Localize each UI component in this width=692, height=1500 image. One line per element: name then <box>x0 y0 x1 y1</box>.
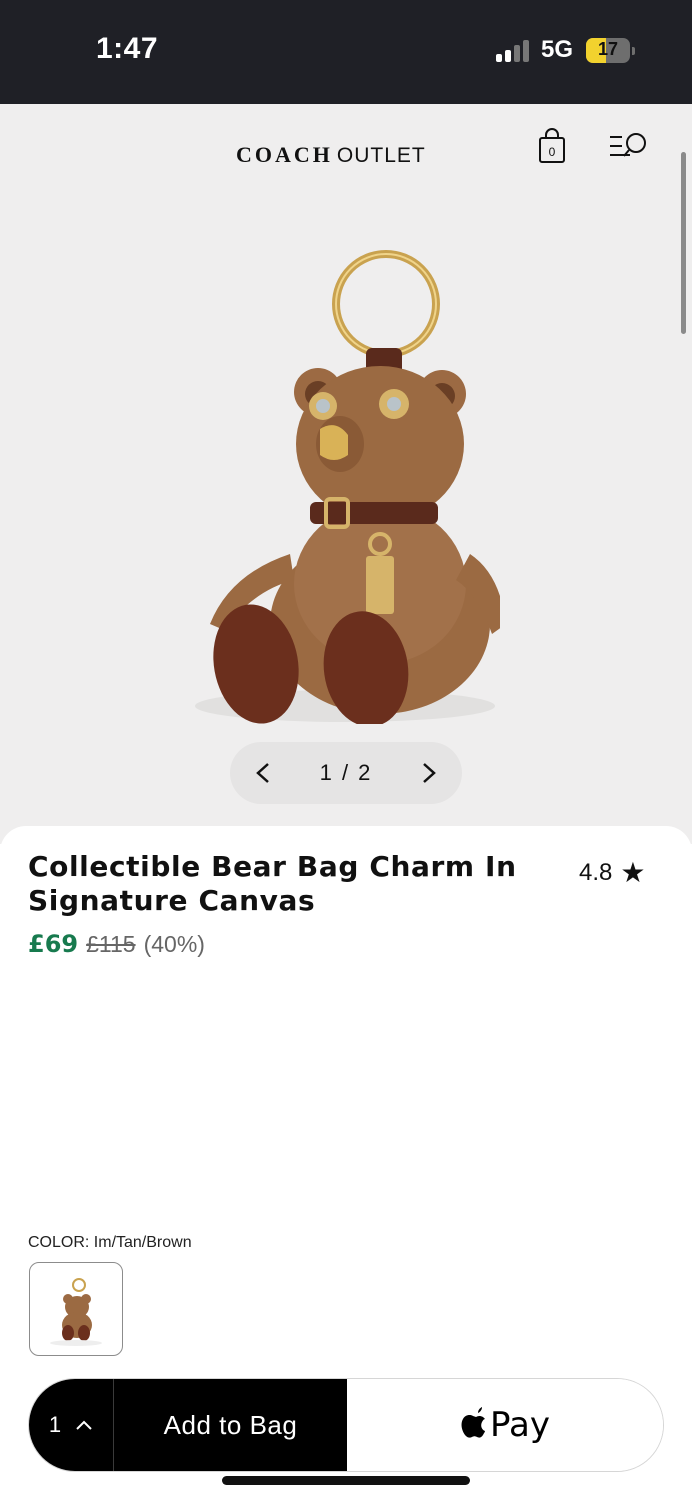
signal-icon <box>496 40 532 62</box>
quantity-value: 1 <box>48 1412 62 1437</box>
product-info-sheet: Collectible Bear Bag Charm In Signature … <box>0 826 692 1500</box>
bag-count: 0 <box>549 145 556 159</box>
product-title: Collectible Bear Bag Charm In Signature … <box>28 850 517 917</box>
add-to-bag-button[interactable]: Add to Bag <box>113 1379 347 1471</box>
original-price: £115 <box>86 931 136 957</box>
product-rating[interactable]: 4.8 ★ <box>579 856 645 889</box>
scrollbar[interactable] <box>681 152 686 334</box>
sale-price: £69 <box>28 930 79 958</box>
brand-name: COACH <box>236 142 333 167</box>
apple-logo-icon <box>460 1406 486 1444</box>
product-image <box>190 244 506 727</box>
coach-outlet-logo[interactable]: COACH OUTLET <box>236 142 426 168</box>
rating-value: 4.8 <box>579 858 613 886</box>
apple-pay-label: Pay <box>490 1405 550 1445</box>
menu-search-icon[interactable] <box>608 132 650 162</box>
product-gallery[interactable]: COACH OUTLET 0 1 / 2 <box>0 104 692 844</box>
price-row: £69 £115 (40%) <box>28 930 205 958</box>
color-label: COLOR: Im/Tan/Brown <box>28 1234 192 1251</box>
home-indicator[interactable] <box>222 1476 470 1485</box>
status-time: 1:47 <box>96 32 159 65</box>
quantity-selector[interactable]: 1 <box>29 1379 113 1471</box>
shopping-bag-icon[interactable]: 0 <box>537 128 567 164</box>
gallery-pager: 1 / 2 <box>230 742 462 804</box>
star-icon: ★ <box>620 857 646 888</box>
status-bar: 1:47 5G 17 <box>0 0 692 104</box>
purchase-bar: 1 Add to Bag Pay <box>28 1378 664 1472</box>
brand-sub: OUTLET <box>336 144 426 167</box>
chevron-right-icon[interactable] <box>408 752 448 794</box>
discount-percent: (40%) <box>143 931 205 957</box>
battery-icon: 17 <box>586 38 635 63</box>
chevron-up-icon <box>75 1415 93 1436</box>
apple-pay-button[interactable]: Pay <box>347 1379 663 1471</box>
battery-level: 17 <box>597 39 619 59</box>
color-swatch[interactable] <box>29 1262 123 1356</box>
network-type: 5G <box>541 36 574 63</box>
